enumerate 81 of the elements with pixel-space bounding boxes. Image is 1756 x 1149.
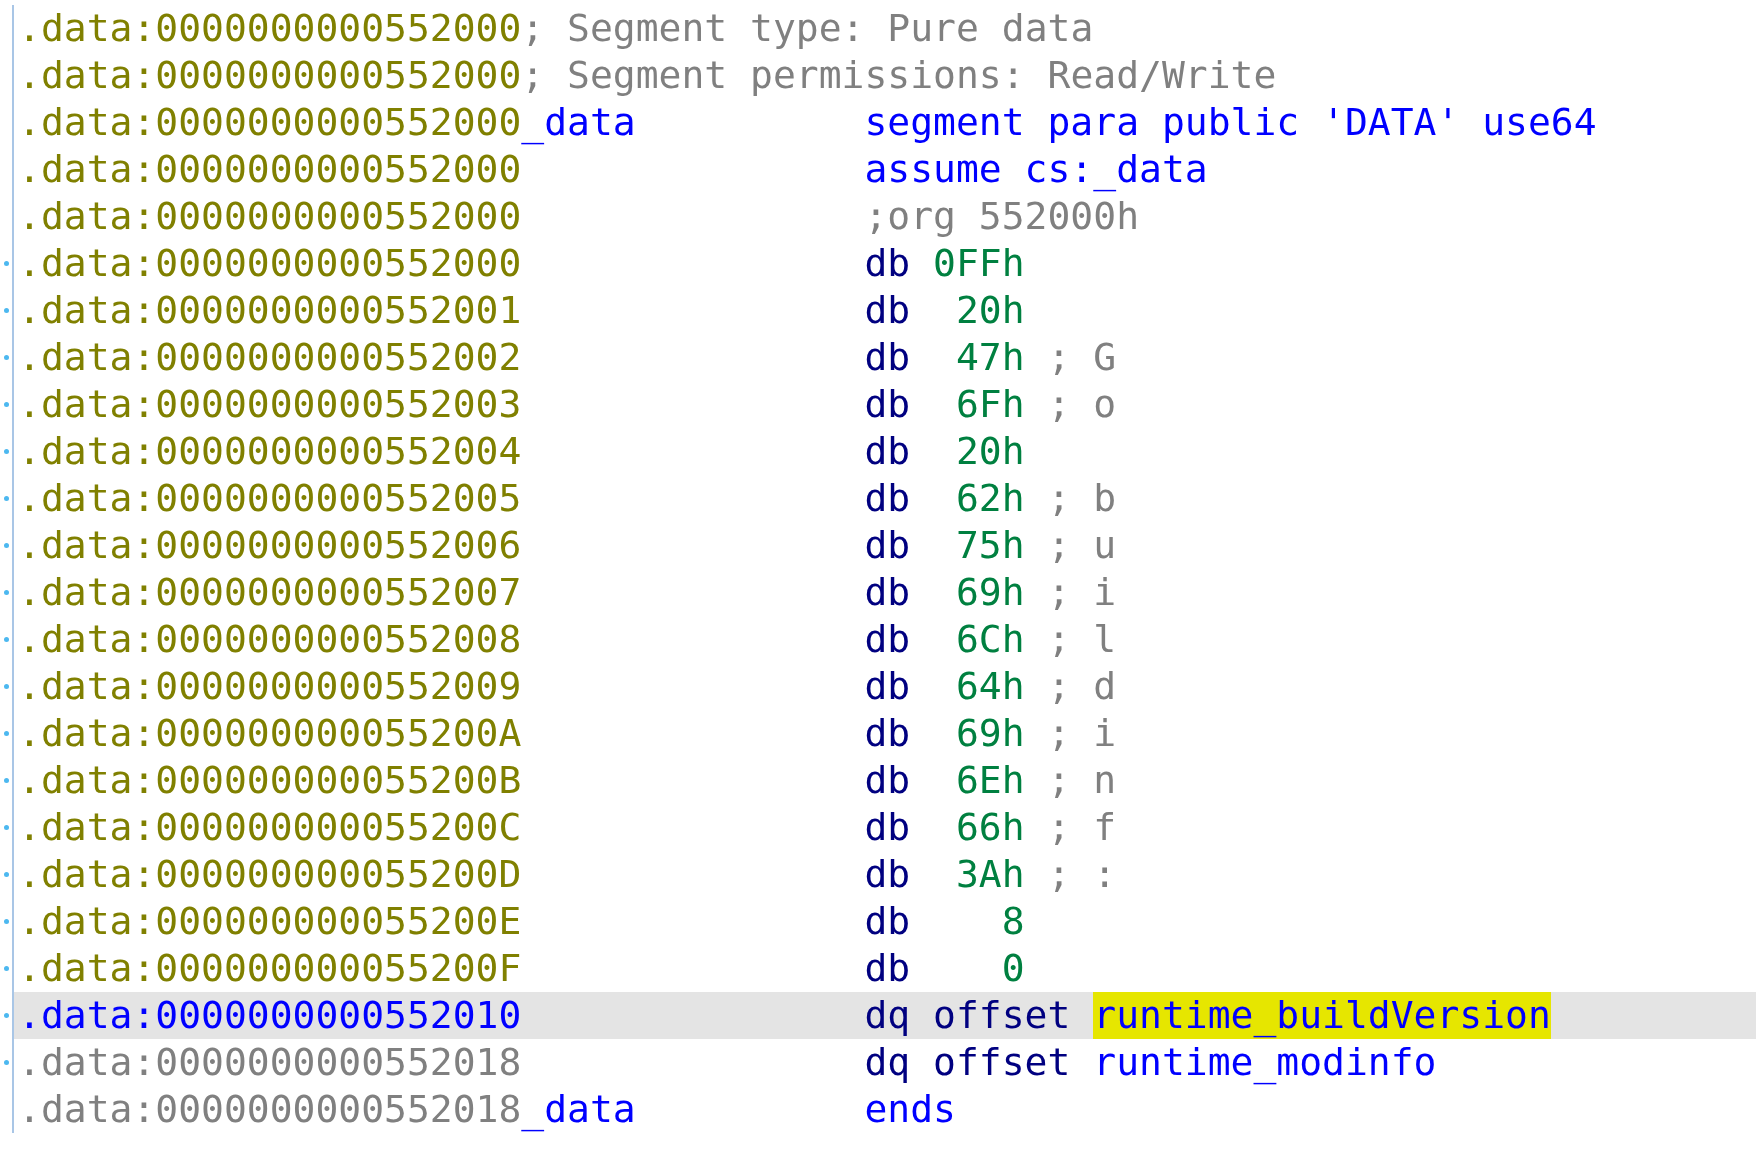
symbol-name: runtime_modinfo	[1093, 1039, 1437, 1086]
comment-text: ; u	[1047, 522, 1117, 569]
address-text: .data:0000000000552000	[18, 52, 522, 99]
mnemonic-text: dq	[864, 992, 911, 1039]
directive-text: ends	[864, 1086, 956, 1133]
address-text: .data:000000000055200E	[18, 898, 522, 945]
address-text: .data:0000000000552001	[18, 287, 522, 334]
comment-text: ; n	[1047, 757, 1117, 804]
address-text: .data:0000000000552000	[18, 193, 522, 240]
address-text: .data:000000000055200A	[18, 710, 522, 757]
number-value: 64h	[954, 663, 1025, 710]
directive-text: assume cs:_data	[864, 146, 1208, 193]
number-value: 75h	[954, 522, 1025, 569]
address-text: .data:0000000000552005	[18, 475, 522, 522]
comment-text: ;org 552000h	[864, 193, 1139, 240]
address-text: .data:0000000000552004	[18, 428, 522, 475]
address-text: .data:0000000000552000	[18, 5, 522, 52]
address-text: .data:0000000000552000	[18, 146, 522, 193]
address-text: .data:0000000000552018	[18, 1039, 522, 1086]
number-value: 20h	[954, 287, 1025, 334]
mnemonic-text: db	[864, 287, 911, 334]
comment-text: ; d	[1047, 663, 1117, 710]
mnemonic-text: db	[864, 569, 911, 616]
mnemonic-text: db	[864, 428, 911, 475]
comment-text: ; i	[1047, 569, 1117, 616]
number-value: 62h	[954, 475, 1025, 522]
address-text: .data:0000000000552000	[18, 240, 522, 287]
address-text: .data:0000000000552009	[18, 663, 522, 710]
mnemonic-text: db	[864, 710, 911, 757]
address-text: .data:0000000000552002	[18, 334, 522, 381]
mnemonic-text: db	[864, 945, 911, 992]
number-value: 6Ch	[954, 616, 1025, 663]
mnemonic-text: db	[864, 381, 911, 428]
mnemonic-text: offset	[933, 1039, 1071, 1086]
number-value: 3Ah	[954, 851, 1025, 898]
mnemonic-text: db	[864, 898, 911, 945]
comment-text: ; o	[1047, 381, 1117, 428]
comment-text: ; Segment type: Pure data	[521, 5, 1094, 52]
comment-text: ; l	[1047, 616, 1117, 663]
address-text: .data:0000000000552000	[18, 99, 522, 144]
comment-text: ; :	[1047, 851, 1117, 898]
comment-text: ; G	[1047, 334, 1117, 381]
comment-text: ; f	[1047, 804, 1117, 851]
number-value: 0FFh	[933, 240, 1025, 287]
number-value: 69h	[954, 710, 1025, 757]
mnemonic-text: db	[864, 334, 911, 381]
mnemonic-text: db	[864, 240, 911, 287]
address-text: .data:000000000055200C	[18, 804, 522, 851]
mnemonic-text: offset	[933, 992, 1071, 1039]
mnemonic-text: db	[864, 851, 911, 898]
number-value: 69h	[954, 569, 1025, 616]
number-value: 6Eh	[954, 757, 1025, 804]
address-text: .data:0000000000552018	[18, 1086, 522, 1131]
comment-text: ; i	[1047, 710, 1117, 757]
mnemonic-text: db	[864, 663, 911, 710]
number-value: 47h	[954, 334, 1025, 381]
address-text: .data:000000000055200B	[18, 757, 522, 804]
mnemonic-text: db	[864, 757, 911, 804]
mnemonic-text: db	[864, 522, 911, 569]
symbol-name: runtime_buildVersion	[1093, 992, 1551, 1039]
comment-text: ; Segment permissions: Read/Write	[521, 52, 1277, 99]
address-text: .data:0000000000552008	[18, 616, 522, 663]
address-text: .data:000000000055200F	[18, 945, 522, 992]
number-value: 8	[1000, 898, 1025, 945]
address-text: .data:000000000055200D	[18, 851, 522, 898]
directive-text: segment para public 'DATA' use64	[864, 99, 1597, 146]
number-value: 66h	[954, 804, 1025, 851]
number-value: 20h	[954, 428, 1025, 475]
number-value: 6Fh	[954, 381, 1025, 428]
mnemonic-text: db	[864, 616, 911, 663]
mnemonic-text: dq	[864, 1039, 911, 1086]
address-text: .data:0000000000552007	[18, 569, 522, 616]
comment-text: ; b	[1047, 475, 1117, 522]
address-text: .data:0000000000552006	[18, 522, 522, 569]
mnemonic-text: db	[864, 804, 911, 851]
number-value: 0	[1000, 945, 1025, 992]
mnemonic-text: db	[864, 475, 911, 522]
address-text: .data:0000000000552010	[18, 992, 522, 1039]
address-text: .data:0000000000552003	[18, 381, 522, 428]
symbol-name: _data	[521, 99, 636, 146]
symbol-name: _data	[521, 1086, 636, 1133]
